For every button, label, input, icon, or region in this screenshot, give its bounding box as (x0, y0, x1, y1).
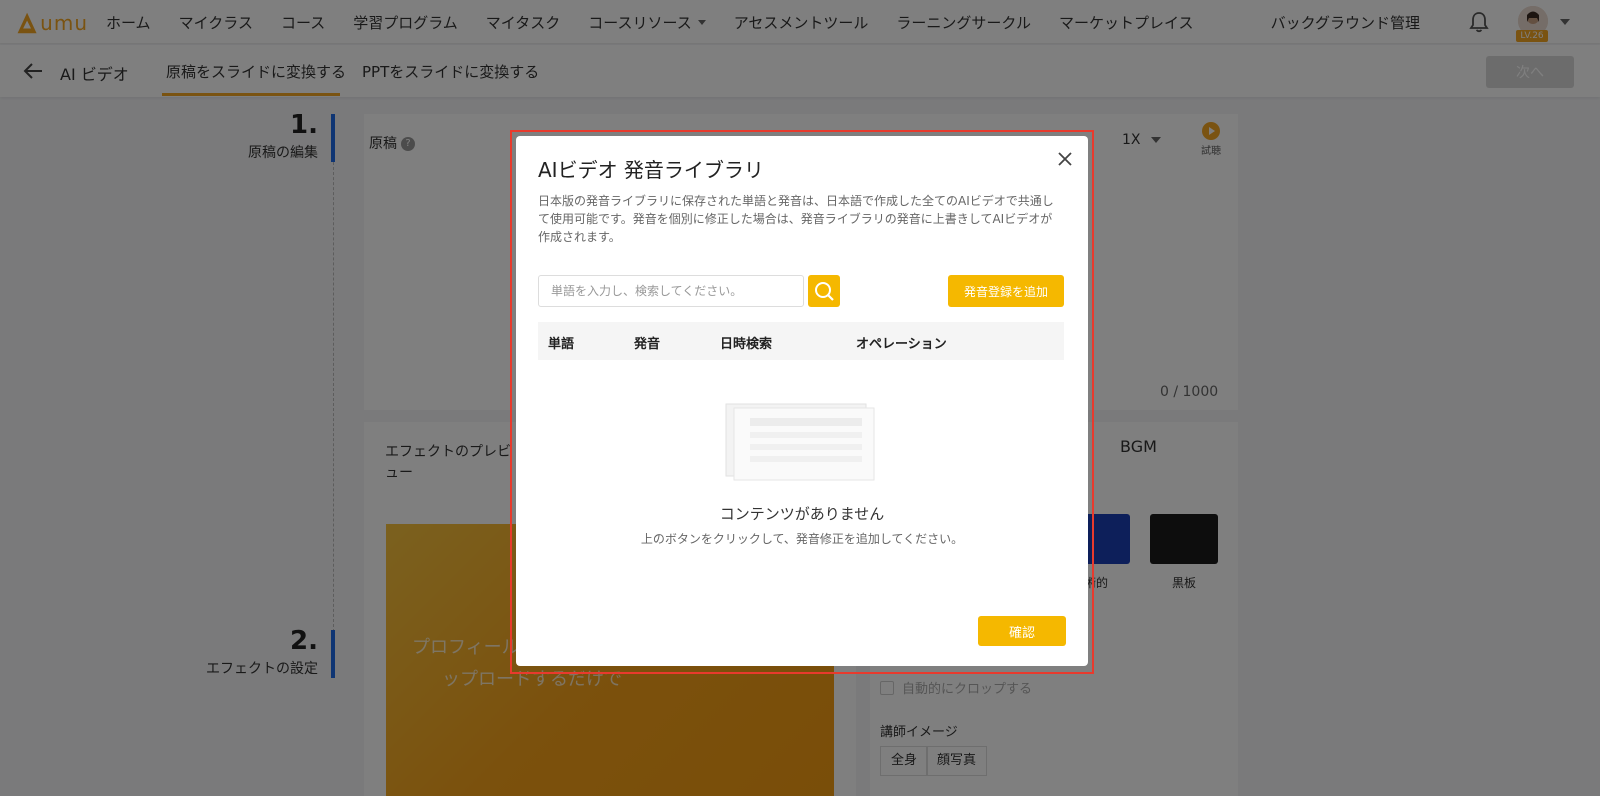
column-pronunciation: 発音 (634, 337, 661, 352)
search-icon (815, 282, 834, 301)
empty-state-title: コンテンツがありません (719, 505, 885, 523)
dialog-title: AIビデオ 発音ライブラリ (538, 158, 764, 182)
dialog-description: 日本版の発音ライブラリに保存された単語と発音は、日本語で作成した全てのAIビデオ… (538, 194, 1054, 244)
word-search-input[interactable] (538, 275, 804, 307)
confirm-button[interactable]: 確認 (978, 616, 1066, 646)
add-pronunciation-button[interactable]: 発音登録を追加 (948, 275, 1064, 307)
table-header: 単語 発音 日時検索 オペレーション (538, 322, 1064, 360)
column-operation: オペレーション (856, 337, 947, 352)
column-date-search[interactable]: 日時検索 (720, 333, 772, 352)
search-button[interactable] (808, 275, 840, 307)
close-icon[interactable] (1056, 150, 1074, 168)
column-word: 単語 (548, 337, 575, 352)
empty-state-subtitle: 上のボタンをクリックして、発音修正を追加してください。 (640, 532, 964, 546)
empty-state-icon (725, 403, 875, 481)
pronunciation-library-dialog: AIビデオ 発音ライブラリ 日本版の発音ライブラリに保存された単語と発音は、日本… (516, 136, 1088, 666)
